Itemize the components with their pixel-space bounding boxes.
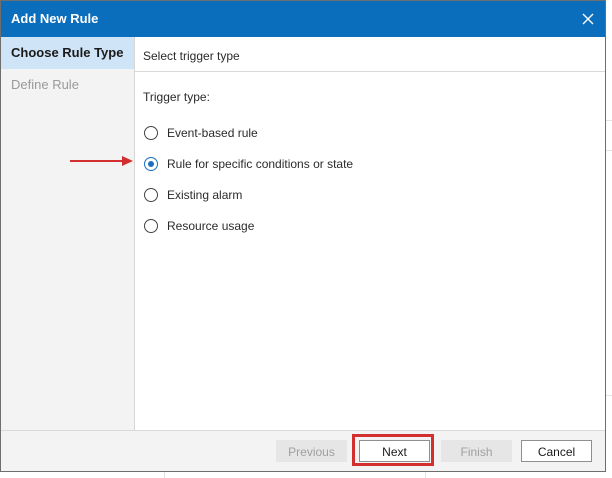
radio-label: Event-based rule	[167, 126, 258, 140]
radio-label: Existing alarm	[167, 188, 243, 202]
step-define-rule: Define Rule	[11, 77, 79, 92]
radio-label: Resource usage	[167, 219, 255, 233]
add-new-rule-dialog: Add New Rule Choose Rule Type Define Rul…	[0, 0, 606, 472]
dialog-title: Add New Rule	[11, 11, 99, 26]
trigger-type-label: Trigger type:	[143, 90, 210, 104]
close-button[interactable]	[579, 10, 597, 28]
next-button-highlight	[352, 434, 434, 466]
radio-event-based-rule[interactable]: Event-based rule	[144, 124, 258, 142]
previous-button: Previous	[276, 440, 347, 462]
radio-label: Rule for specific conditions or state	[167, 157, 354, 171]
annotation-arrow-icon	[70, 156, 133, 166]
radio-button-selected[interactable]	[144, 157, 158, 171]
dialog-title-bar[interactable]: Add New Rule	[1, 1, 605, 37]
radio-resource-usage[interactable]: Resource usage	[144, 217, 254, 235]
radio-button[interactable]	[144, 219, 158, 233]
wizard-steps-sidebar: Choose Rule Type Define Rule	[1, 37, 135, 431]
close-icon	[582, 13, 594, 25]
radio-existing-alarm[interactable]: Existing alarm	[144, 186, 242, 204]
step-choose-rule-type[interactable]: Choose Rule Type	[1, 37, 134, 69]
wizard-content: Select trigger type Trigger type: Event-…	[135, 37, 605, 431]
radio-button[interactable]	[144, 126, 158, 140]
radio-specific-conditions[interactable]: Rule for specific conditions or state	[144, 155, 353, 173]
cancel-button[interactable]: Cancel	[521, 440, 592, 462]
radio-button[interactable]	[144, 188, 158, 202]
finish-button: Finish	[441, 440, 512, 462]
dialog-footer: Previous Next Finish Cancel	[1, 430, 605, 471]
section-header: Select trigger type	[135, 37, 605, 72]
